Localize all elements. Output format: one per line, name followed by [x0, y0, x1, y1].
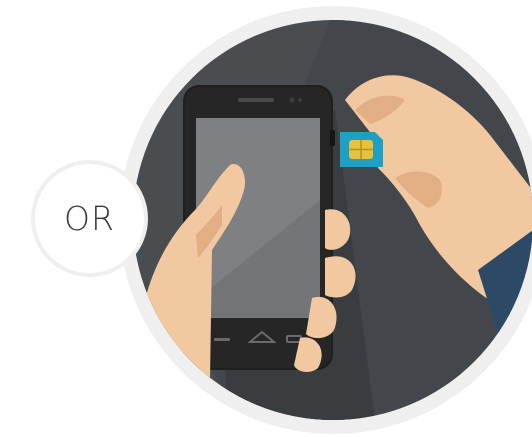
canvas: OR — [0, 0, 532, 437]
or-label: OR — [64, 199, 115, 238]
sim-card-icon — [340, 132, 383, 167]
or-badge: OR — [31, 160, 148, 277]
